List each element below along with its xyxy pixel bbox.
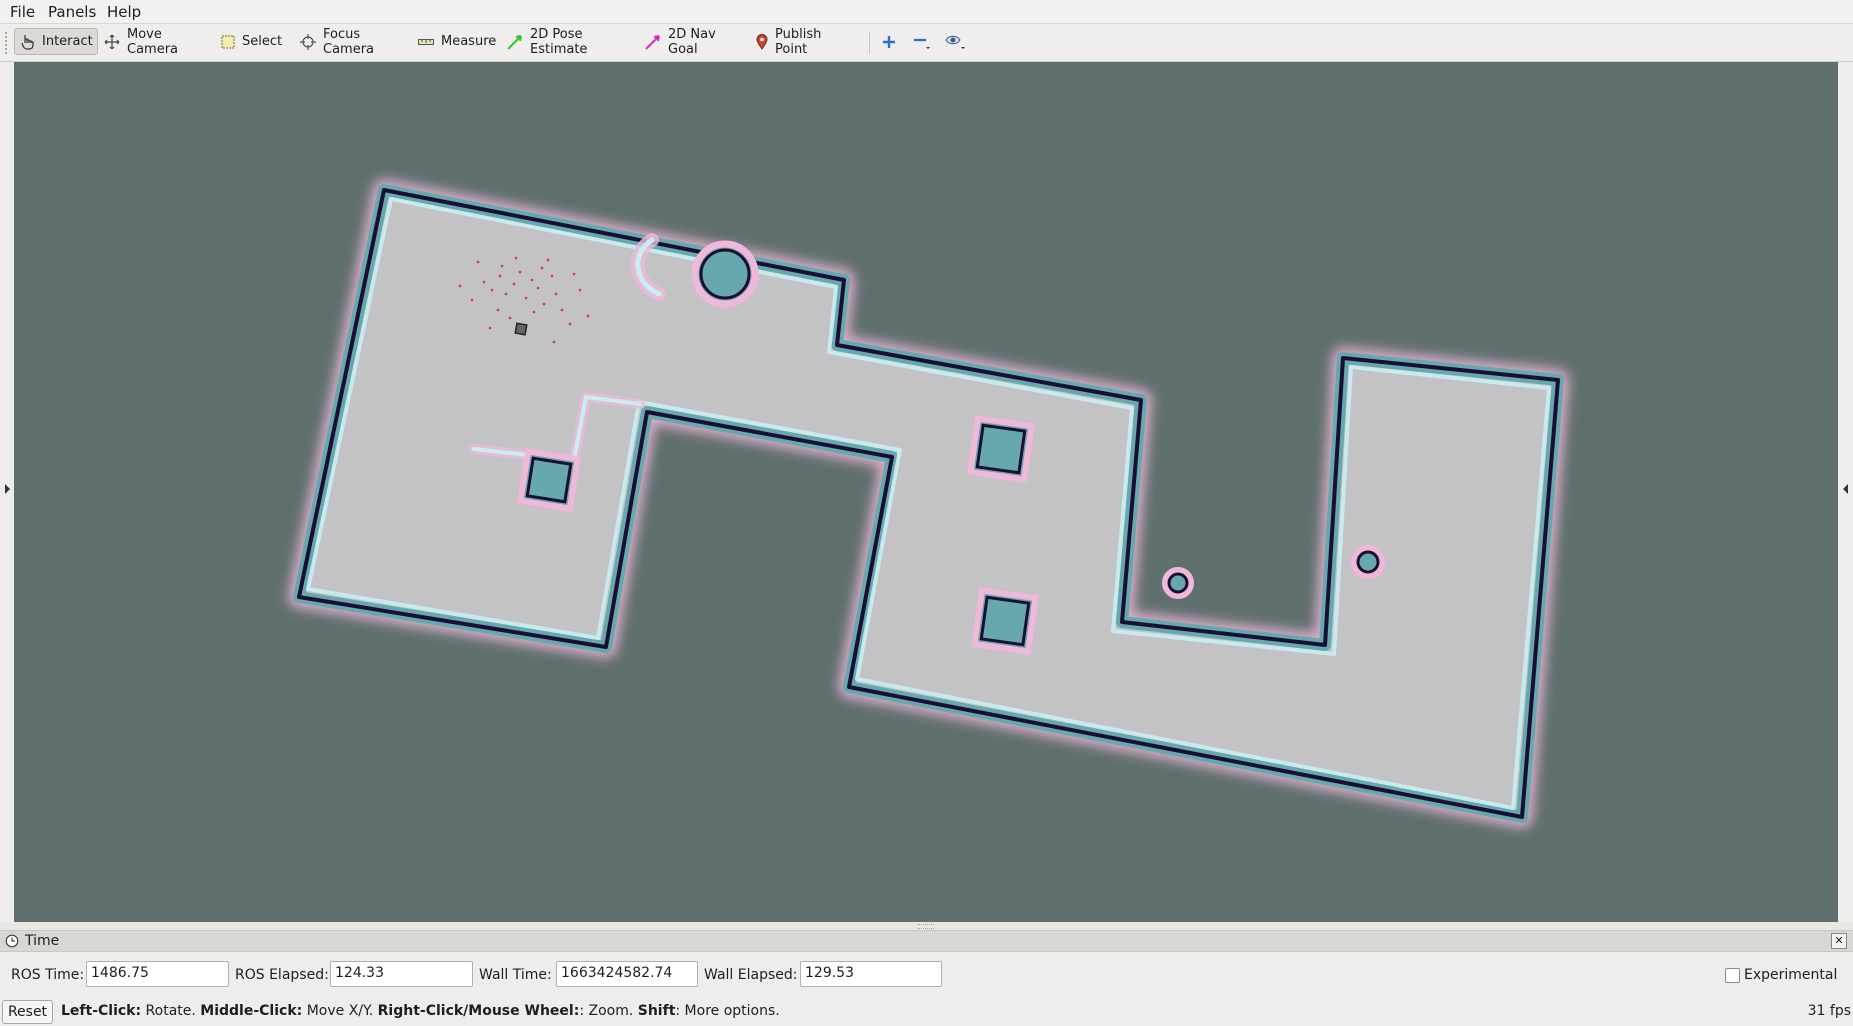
move-arrows-icon (104, 34, 120, 49)
ros-elapsed-field[interactable]: 124.33 (330, 961, 473, 987)
publish-point-label: Publish Point (775, 26, 822, 57)
obstacle-circle-small-1 (1162, 567, 1194, 599)
select-tool-button[interactable]: Select (215, 28, 285, 55)
interact-tool-button[interactable]: Interact (14, 28, 98, 55)
help-shift-desc: : More options. (675, 1003, 780, 1019)
views-tool-button[interactable] (943, 30, 969, 54)
menu-panels[interactable]: Panels (48, 3, 96, 21)
move-camera-label: Move Camera (127, 26, 179, 57)
experimental-checkbox[interactable] (1725, 968, 1740, 983)
ros-time-label: ROS Time: (11, 967, 85, 983)
interact-label: Interact (42, 34, 93, 49)
close-icon: ✕ (1834, 934, 1844, 947)
time-panel-title: Time (25, 933, 60, 949)
left-dock-toggle[interactable] (0, 62, 14, 922)
robot-marker (514, 322, 528, 336)
2d-nav-goal-label: 2D Nav Goal (668, 26, 716, 57)
add-tool-button[interactable] (876, 30, 902, 54)
help-right-click: Right-Click/Mouse Wheel: (377, 1003, 580, 1019)
menu-file[interactable]: File (10, 3, 35, 21)
menu-help[interactable]: Help (107, 3, 141, 21)
wall-elapsed-label: Wall Elapsed: (704, 967, 798, 983)
select-label: Select (242, 34, 283, 49)
eye-icon (945, 35, 965, 49)
ros-time-field[interactable]: 1486.75 (86, 961, 229, 987)
mouse-help-text: Left-Click: Rotate. Middle-Click: Move X… (61, 1003, 780, 1019)
time-panel: ROS Time: 1486.75 ROS Elapsed: 124.33 Wa… (0, 951, 1853, 997)
help-middle-click-desc: Move X/Y. (302, 1003, 378, 1019)
obstacle-circle-small-2 (1351, 545, 1385, 579)
help-middle-click: Middle-Click: (200, 1003, 303, 1019)
help-left-click-desc: Rotate. (141, 1003, 201, 1019)
ros-elapsed-label: ROS Elapsed: (235, 967, 329, 983)
experimental-label: Experimental (1744, 967, 1838, 983)
map-free-space (299, 190, 1558, 817)
focus-camera-label: Focus Camera (323, 26, 375, 57)
crosshair-icon (300, 33, 316, 50)
magenta-arrow-icon (645, 34, 660, 50)
menu-bar: File Panels Help (0, 0, 1853, 24)
render-viewport[interactable] (14, 62, 1838, 922)
reset-button[interactable]: Reset (2, 1000, 53, 1024)
status-bar: Reset Left-Click: Rotate. Middle-Click: … (0, 998, 1853, 1026)
wall-time-field[interactable]: 1663424582.74 (556, 961, 698, 987)
minus-icon (914, 38, 930, 49)
obstacle-circle-large (691, 240, 759, 308)
close-panel-button[interactable]: ✕ (1831, 933, 1847, 949)
fps-counter: 31 fps (1807, 1003, 1851, 1019)
move-camera-tool-button[interactable]: Move Camera (98, 26, 208, 57)
obstacle-square-3 (971, 587, 1039, 655)
2d-nav-goal-tool-button[interactable]: 2D Nav Goal (639, 26, 741, 57)
2d-pose-estimate-label: 2D Pose Estimate (530, 26, 588, 57)
publish-point-tool-button[interactable]: Publish Point (750, 26, 860, 57)
help-left-click: Left-Click: (61, 1003, 142, 1019)
plus-icon (883, 36, 895, 48)
help-shift: Shift (637, 1003, 676, 1019)
clock-icon (5, 934, 19, 948)
remove-tool-button[interactable] (909, 30, 935, 54)
help-right-click-desc: : Zoom. (579, 1003, 638, 1019)
hand-pointer-icon (21, 34, 34, 50)
ruler-icon (418, 38, 434, 45)
toolbar-grip[interactable] (5, 32, 10, 54)
green-arrow-icon (507, 34, 522, 50)
wall-elapsed-field[interactable]: 129.53 (800, 961, 942, 987)
toolbar-separator (869, 32, 870, 54)
focus-camera-tool-button[interactable]: Focus Camera (294, 26, 404, 57)
right-dock-toggle[interactable] (1839, 62, 1853, 922)
time-panel-header: Time ✕ (0, 930, 1853, 952)
obstacle-square-1 (516, 447, 582, 513)
occupancy-map (288, 179, 1569, 828)
select-box-icon (221, 35, 235, 48)
measure-tool-button[interactable]: Measure (412, 28, 496, 55)
measure-label: Measure (441, 34, 497, 49)
wall-time-label: Wall Time: (479, 967, 552, 983)
obstacle-square-2 (967, 415, 1035, 483)
panel-splitter[interactable] (0, 922, 1853, 930)
tool-bar: Interact Move Camera Select Focus Camera… (0, 24, 1853, 62)
map-pin-icon (756, 33, 768, 50)
2d-pose-estimate-tool-button[interactable]: 2D Pose Estimate (501, 26, 631, 57)
